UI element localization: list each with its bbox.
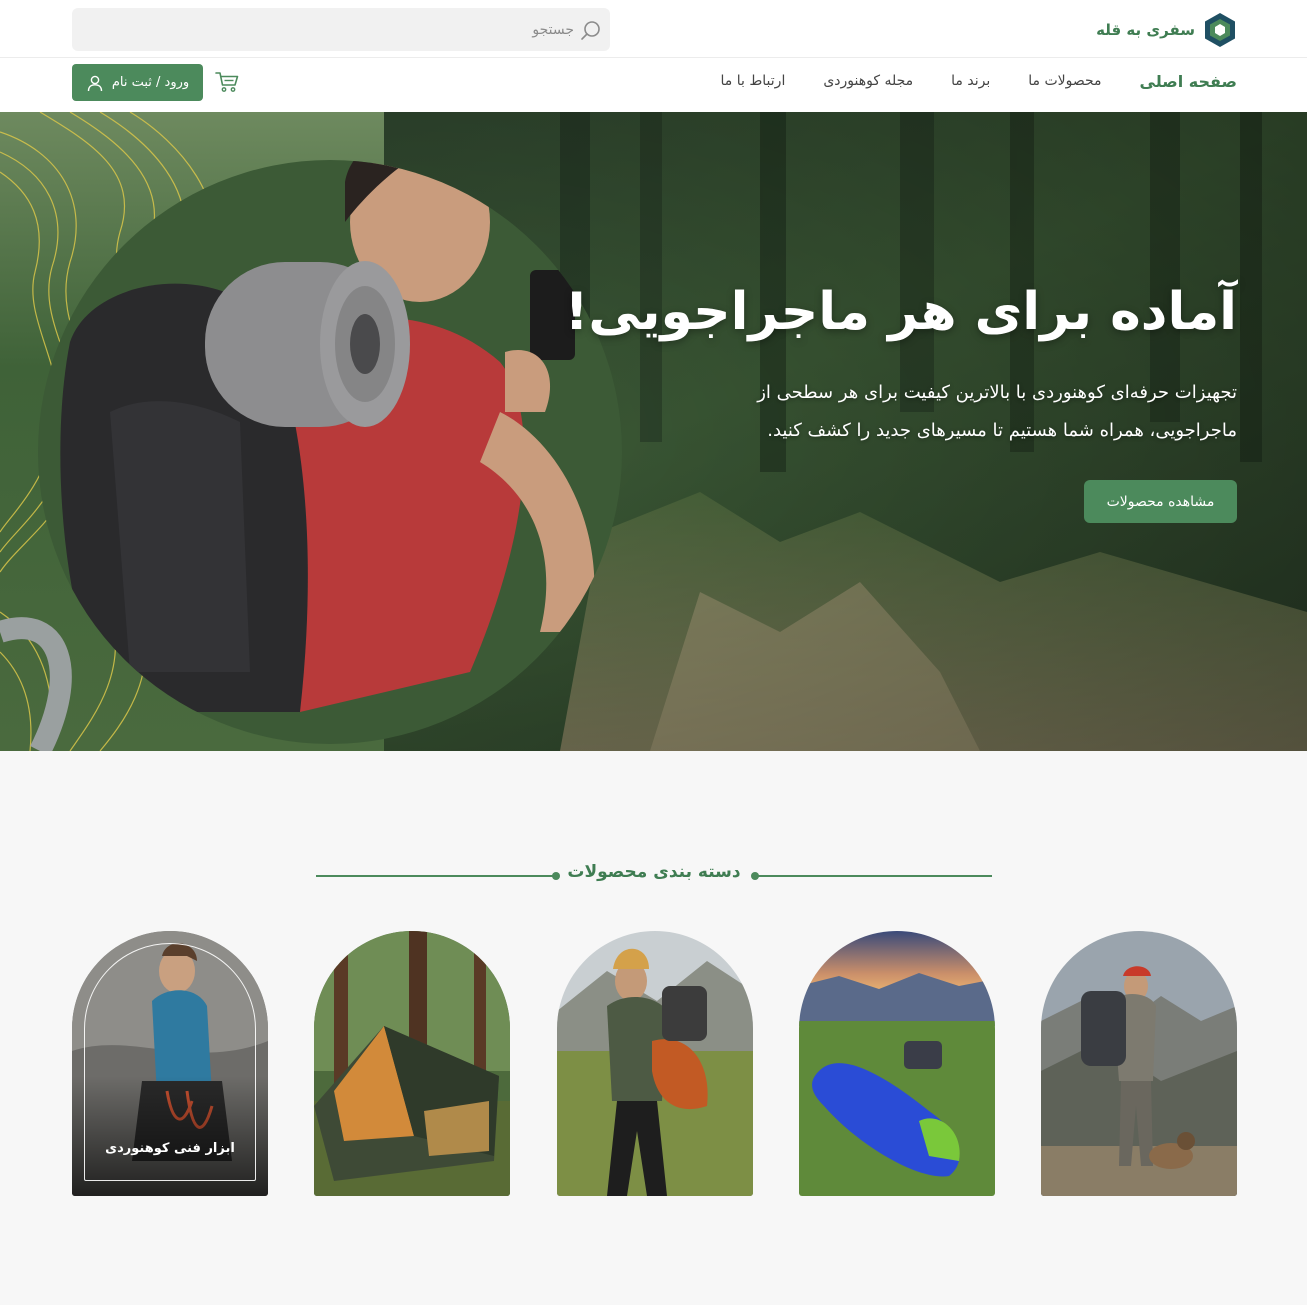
category-label: ابزار فنی کوهنوردی	[105, 1141, 235, 1156]
user-icon	[87, 75, 103, 91]
nav-item-brand[interactable]: برند ما	[951, 73, 990, 89]
hiker-with-jacket-image	[557, 931, 753, 1196]
sleeping-bag-on-meadow-image	[799, 931, 995, 1196]
categories-title: دسته بندی محصولات	[567, 862, 741, 882]
nav-item-magazine[interactable]: مجله کوهنوردی	[823, 73, 913, 89]
backpacker-with-dog-image	[1041, 931, 1237, 1196]
tent-in-forest-image	[314, 931, 510, 1196]
heading-line-right	[756, 875, 992, 877]
nav-item-products[interactable]: محصولات ما	[1028, 73, 1101, 89]
category-card-tents[interactable]	[314, 931, 510, 1196]
main-nav: صفحه اصلی محصولات ما برند ما مجله کوهنور…	[721, 66, 1237, 96]
hero-title: آماده برای هر ماجراجویی!	[564, 282, 1237, 342]
header-top-row: سفری به قله	[0, 0, 1307, 58]
brand-logo[interactable]: سفری به قله	[1096, 12, 1237, 48]
category-card-apparel[interactable]	[557, 931, 753, 1196]
login-register-button[interactable]: ورود / ثبت نام	[72, 64, 203, 101]
nav-item-contact[interactable]: ارتباط با ما	[721, 73, 786, 89]
site-header: سفری به قله صفحه اصلی محصولات ما برند ما…	[0, 0, 1307, 112]
category-card-backpacks[interactable]	[1041, 931, 1237, 1196]
login-register-label: ورود / ثبت نام	[111, 75, 190, 90]
categories-heading: دسته بندی محصولات	[316, 862, 992, 888]
search-bar[interactable]	[72, 8, 610, 51]
cart-icon[interactable]	[214, 70, 240, 94]
hero-description: تجهیزات حرفه‌ای کوهنوردی با بالاترین کیف…	[757, 382, 1237, 441]
search-input[interactable]	[94, 8, 574, 51]
category-card-sleeping-bags[interactable]	[799, 931, 995, 1196]
category-card-climbing-gear[interactable]: ابزار فنی کوهنوردی	[72, 931, 268, 1196]
search-icon[interactable]	[580, 19, 602, 41]
logo-hexagon-icon	[1205, 13, 1235, 47]
view-products-button[interactable]: مشاهده محصولات	[1084, 480, 1237, 523]
nav-item-home[interactable]: صفحه اصلی	[1140, 72, 1237, 91]
brand-name: سفری به قله	[1096, 21, 1195, 39]
hero-banner: آماده برای هر ماجراجویی! تجهیزات حرفه‌ای…	[0, 112, 1307, 751]
